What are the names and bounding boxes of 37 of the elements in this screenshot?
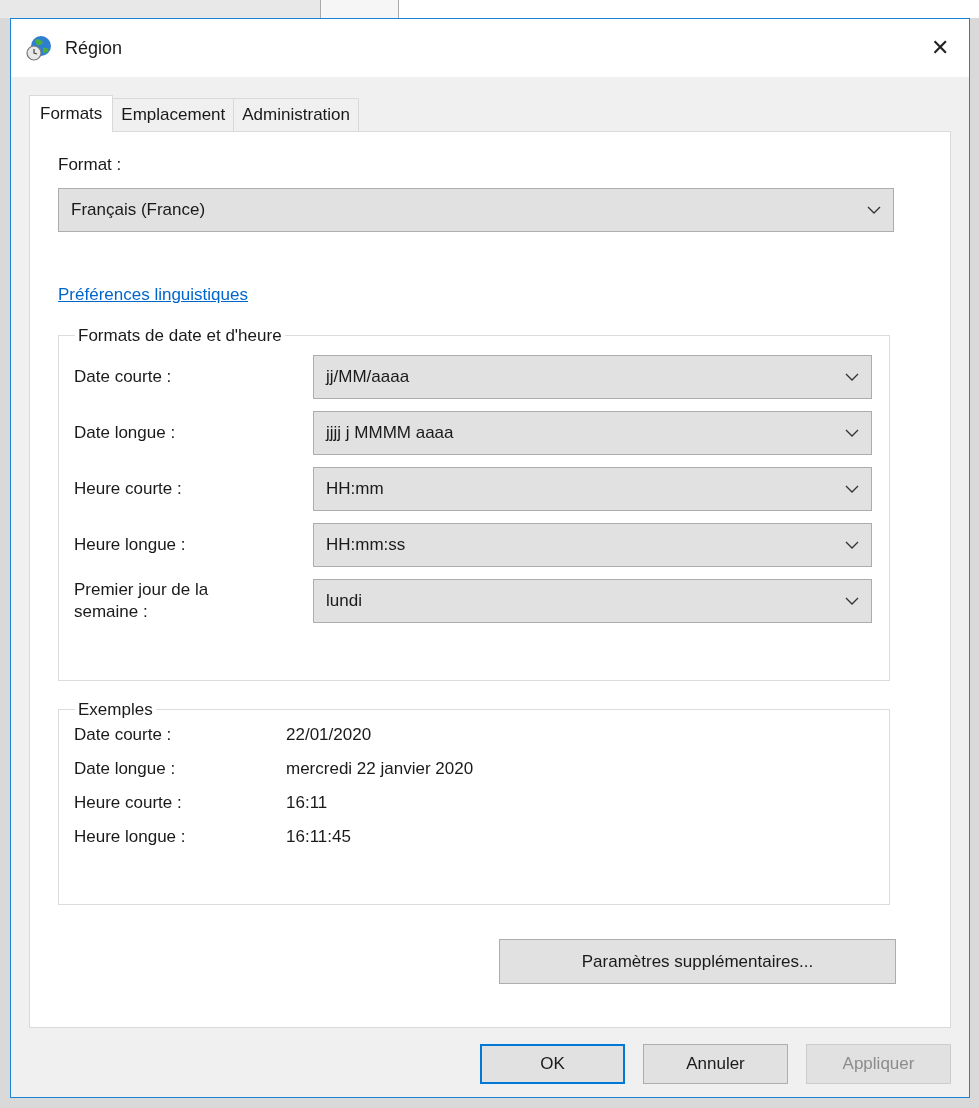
- example-value: 16:11: [286, 791, 328, 814]
- example-value: mercredi 22 janvier 2020: [286, 757, 474, 780]
- group-title: Exemples: [77, 699, 154, 721]
- example-label: Date courte :: [74, 723, 173, 746]
- example-label: Heure courte :: [74, 791, 183, 814]
- example-label: Heure longue :: [74, 825, 187, 848]
- close-button[interactable]: ✕: [925, 33, 955, 63]
- chevron-down-icon: [845, 596, 859, 605]
- window-title: Région: [65, 36, 123, 60]
- field-label: Heure longue :: [74, 533, 187, 556]
- dropdown[interactable]: jjjj j MMMM aaaa: [313, 410, 872, 455]
- globe-clock-icon: [25, 34, 53, 62]
- tab[interactable]: Administration: [233, 98, 359, 131]
- more-settings-button[interactable]: Paramètres supplémentaires...: [499, 939, 896, 984]
- chevron-down-icon: [845, 428, 859, 437]
- group-title: Formats de date et d'heure: [77, 325, 283, 347]
- chevron-down-icon: [867, 205, 881, 214]
- dialog-button[interactable]: OK: [480, 1044, 625, 1084]
- field-label: Format :: [58, 154, 123, 176]
- example-value: 22/01/2020: [286, 723, 372, 746]
- tab[interactable]: Formats: [29, 95, 114, 132]
- dialog-button[interactable]: Annuler: [643, 1044, 788, 1084]
- dropdown[interactable]: HH:mm: [313, 466, 872, 511]
- field-label: Premier jour de la semaine :: [74, 578, 210, 623]
- field-label: Date longue :: [74, 421, 177, 444]
- chevron-down-icon: [845, 372, 859, 381]
- language-preferences-link[interactable]: Préférences linguistiques: [58, 281, 248, 307]
- example-value: 16:11:45: [286, 825, 351, 848]
- dropdown[interactable]: jj/MM/aaaa: [313, 354, 872, 399]
- dropdown[interactable]: HH:mm:ss: [313, 522, 872, 567]
- dropdown[interactable]: Français (France): [58, 187, 894, 232]
- field-label: Date courte :: [74, 365, 173, 388]
- chevron-down-icon: [845, 540, 859, 549]
- dropdown[interactable]: lundi: [313, 578, 872, 623]
- field-label: Heure courte :: [74, 477, 183, 500]
- chevron-down-icon: [845, 484, 859, 493]
- example-label: Date longue :: [74, 757, 177, 780]
